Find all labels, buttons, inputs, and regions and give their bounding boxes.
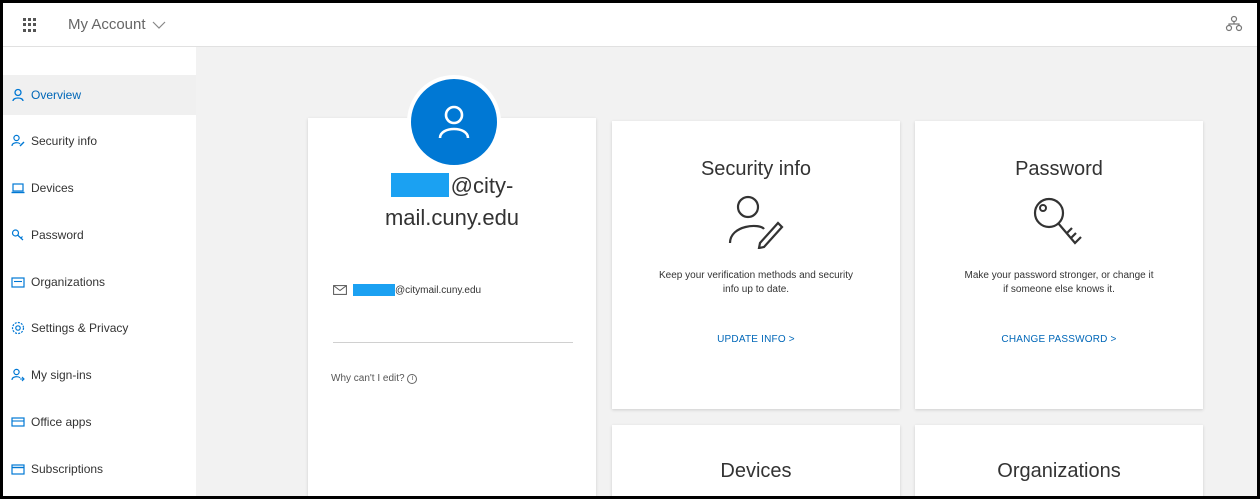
chevron-down-icon — [152, 18, 166, 32]
sidebar-item-label: Security info — [31, 134, 98, 148]
app-title-menu[interactable]: My Account — [68, 16, 166, 33]
profile-email: @citymail.cuny.edu — [333, 284, 481, 296]
tile-title: Security info — [700, 158, 812, 180]
redacted-username — [390, 173, 449, 197]
divider — [333, 342, 573, 343]
sidebar-item-settings-privacy[interactable]: Settings & Privacy — [3, 308, 196, 348]
subscriptions-icon — [11, 464, 25, 475]
password-tile[interactable]: Password Make your password stronger, or… — [915, 121, 1203, 409]
organization-icon[interactable] — [1225, 15, 1243, 33]
tile-description: Keep your verification methods and secur… — [659, 270, 853, 295]
security-info-tile[interactable]: Security info Keep your verification met… — [612, 121, 900, 409]
sidebar-item-devices[interactable]: Devices — [3, 168, 196, 208]
sidebar-item-overview[interactable]: Overview — [3, 75, 196, 115]
organizations-tile[interactable]: Organizations — [915, 425, 1203, 496]
avatar — [407, 75, 501, 169]
sidebar-item-subscriptions[interactable]: Subscriptions — [3, 449, 196, 489]
tile-title: Password — [1015, 158, 1103, 180]
key-icon — [1033, 197, 1082, 245]
office-icon — [11, 417, 25, 427]
sidebar-item-label: Office apps — [31, 415, 92, 429]
redacted-email-user — [353, 284, 395, 296]
sidebar-item-organizations[interactable]: Organizations — [3, 262, 196, 302]
app-title: My Account — [68, 16, 146, 33]
sidebar-item-label: Settings & Privacy — [31, 321, 129, 335]
why-cant-i-edit-link[interactable]: Why can't I edit? i — [331, 373, 418, 384]
sidebar: Overview Security info Devices Password … — [3, 47, 196, 496]
app-frame: My Account Overview Security info Device… — [3, 3, 1257, 496]
tile-title: Devices — [720, 460, 792, 482]
gear-icon — [11, 321, 25, 335]
tile-description: Make your password stronger, or change i… — [964, 270, 1154, 295]
key-icon — [11, 229, 24, 241]
waffle-icon[interactable] — [23, 18, 37, 32]
sidebar-item-label: Subscriptions — [31, 462, 104, 476]
tile-title: Organizations — [997, 460, 1121, 482]
update-info-link[interactable]: UPDATE INFO > — [612, 334, 900, 345]
info-icon: i — [407, 374, 418, 384]
sidebar-item-label: My sign-ins — [31, 368, 92, 382]
change-password-link[interactable]: CHANGE PASSWORD > — [915, 334, 1203, 345]
person-icon — [12, 88, 24, 102]
signin-icon — [11, 368, 25, 382]
sidebar-item-my-sign-ins[interactable]: My sign-ins — [3, 355, 196, 395]
person-icon — [438, 105, 470, 139]
sidebar-item-label: Password — [31, 228, 84, 242]
sidebar-item-label: Devices — [31, 181, 74, 195]
sidebar-item-label: Overview — [31, 88, 82, 102]
sidebar-item-office-apps[interactable]: Office apps — [3, 402, 196, 442]
sidebar-item-password[interactable]: Password — [3, 215, 196, 255]
security-info-icon — [728, 195, 784, 249]
sidebar-item-label: Organizations — [31, 275, 106, 289]
briefcase-icon — [11, 277, 25, 288]
sidebar-item-security-info[interactable]: Security info — [3, 121, 196, 161]
mail-icon — [333, 285, 347, 295]
laptop-icon — [11, 183, 25, 194]
top-bar: My Account — [3, 3, 1257, 47]
security-info-icon — [11, 134, 25, 147]
profile-display-name: @city- mail.cuny.edu — [384, 173, 520, 230]
devices-tile[interactable]: Devices — [612, 425, 900, 496]
